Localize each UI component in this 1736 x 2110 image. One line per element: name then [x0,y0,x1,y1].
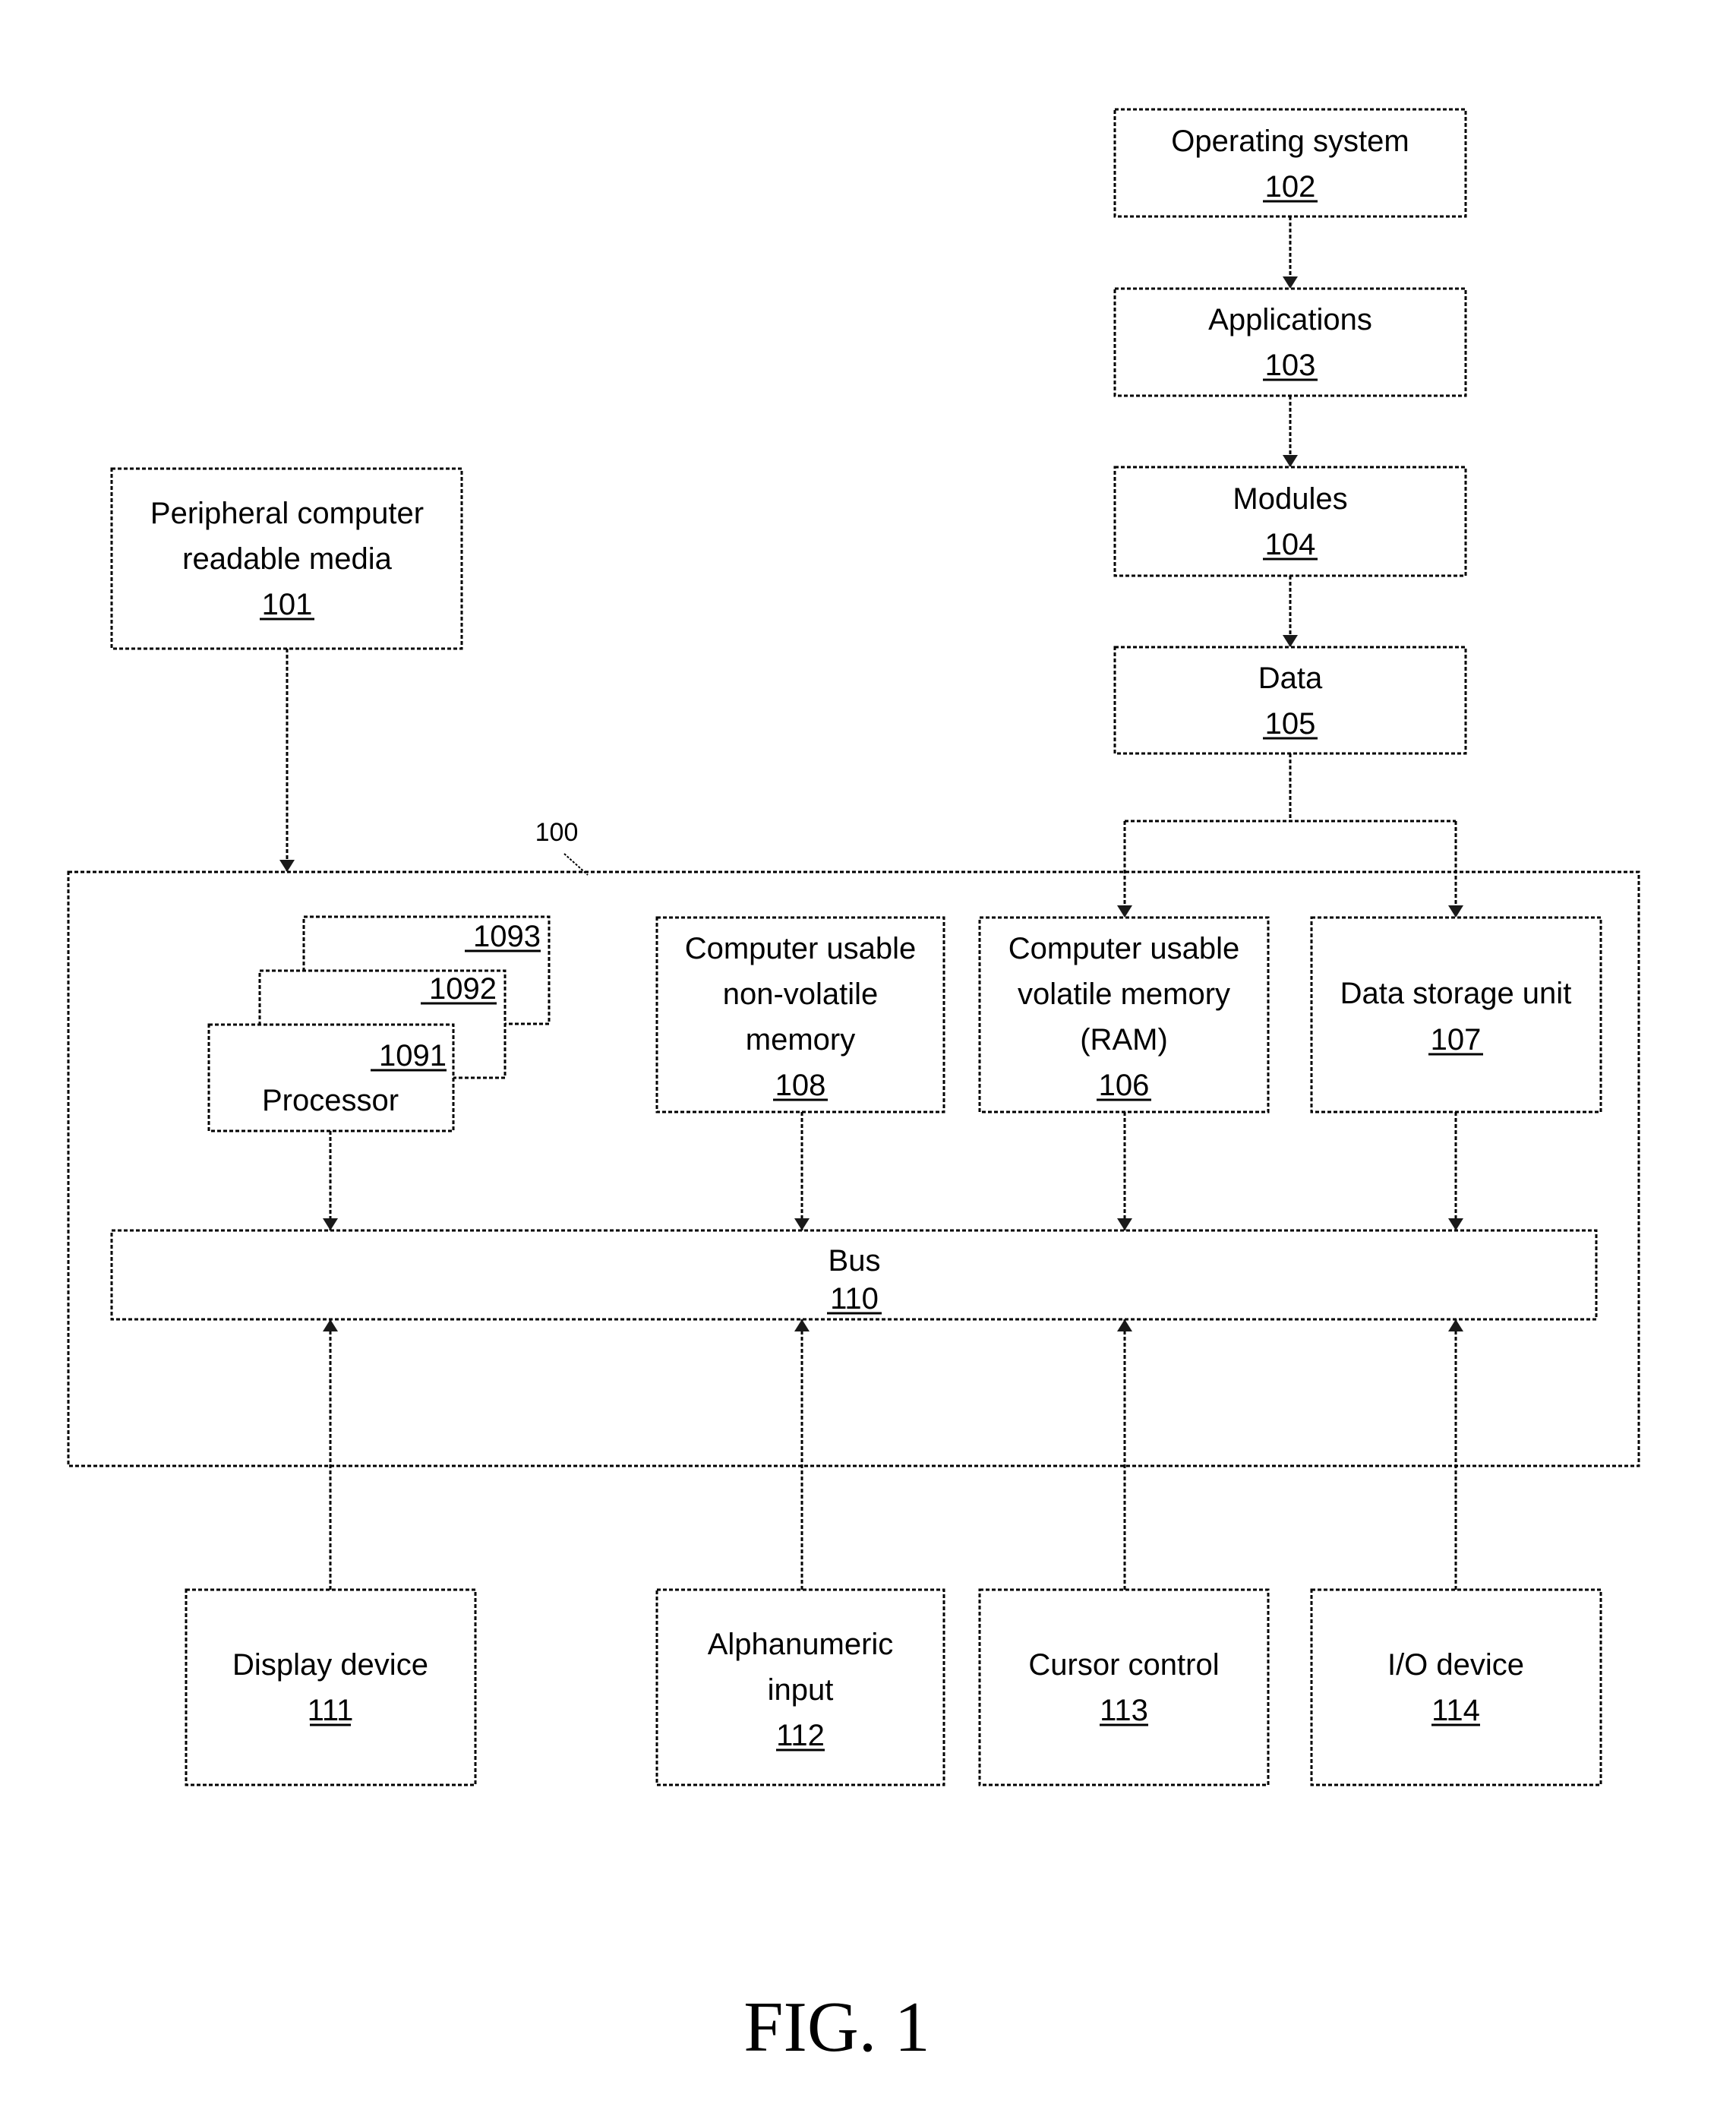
data-storage-unit-label: Data storage unit [1340,977,1572,1010]
bus-box: Bus 110 [110,1229,1598,1321]
cursor-control-box: Cursor control 113 [978,1588,1270,1786]
applications-box: Applications 103 [1113,287,1467,397]
peripheral-label-line-2: readable media [182,542,392,576]
applications-ref: 103 [1265,349,1316,382]
operating-system-label: Operating system [1171,125,1409,158]
alphanumeric-input-box: Alphanumeric input 112 [655,1588,945,1786]
data-storage-unit-ref: 107 [1431,1023,1482,1057]
cursor-control-label: Cursor control [1028,1648,1219,1682]
modules-box: Modules 104 [1113,466,1467,577]
system-ref-label: 100 [535,818,579,847]
modules-label: Modules [1233,482,1347,516]
modules-ref: 104 [1265,528,1316,561]
volatile-memory-line-1: Computer usable [1008,932,1240,965]
non-volatile-memory-line-3: memory [746,1023,855,1057]
alphanumeric-input-line-1: Alphanumeric [708,1628,894,1661]
display-device-ref: 111 [308,1694,354,1727]
processor-label: Processor [262,1084,399,1117]
io-device-ref: 114 [1431,1694,1480,1727]
volatile-memory-ref: 106 [1099,1069,1150,1102]
peripheral-media-box: Peripheral computer readable media 101 [110,467,463,650]
bus-ref: 110 [830,1282,879,1316]
volatile-memory-line-2: volatile memory [1018,978,1230,1011]
non-volatile-memory-line-2: non-volatile [723,978,879,1011]
bus-label: Bus [829,1244,881,1278]
applications-to-modules-arrow-arrowhead-icon [1283,455,1298,467]
os-to-applications-arrow-arrowhead-icon [1283,276,1298,289]
processor-1092-ref: 1092 [429,972,497,1006]
data-label: Data [1258,662,1323,695]
non-volatile-memory-box: Computer usable non-volatile memory 108 [655,916,945,1113]
data-storage-unit-box: Data storage unit 107 [1310,916,1602,1113]
applications-label: Applications [1208,303,1372,336]
processor-1093-ref: 1093 [473,920,541,953]
operating-system-ref: 102 [1265,170,1316,204]
display-device-box: Display device 111 [185,1588,477,1786]
computer-system-diagram: 100 Operating system 102 Applications 10… [67,108,1640,2067]
peripheral-to-system-arrow-arrowhead-icon [279,860,295,872]
data-box: Data 105 [1113,646,1467,755]
io-device-label: I/O device [1387,1648,1524,1682]
figure-caption: FIG. 1 [743,1988,930,2067]
modules-to-data-arrow-arrowhead-icon [1283,635,1298,647]
data-ref: 105 [1265,707,1316,741]
alphanumeric-input-line-2: input [768,1673,834,1707]
volatile-memory-line-3: (RAM) [1080,1023,1168,1057]
io-device-box: I/O device 114 [1310,1588,1602,1786]
display-device-label: Display device [232,1648,428,1682]
operating-system-box: Operating system 102 [1113,108,1467,218]
non-volatile-memory-line-1: Computer usable [685,932,917,965]
processor-1091-ref: 1091 [379,1039,447,1072]
processor-1091-box: 1091 Processor [207,1023,455,1132]
peripheral-label-line-1: Peripheral computer [150,497,424,530]
non-volatile-memory-ref: 108 [775,1069,826,1102]
volatile-memory-box: Computer usable volatile memory (RAM) 10… [978,916,1270,1113]
cursor-control-ref: 113 [1100,1694,1148,1727]
alphanumeric-input-ref: 112 [776,1719,825,1752]
peripheral-ref: 101 [262,588,313,621]
